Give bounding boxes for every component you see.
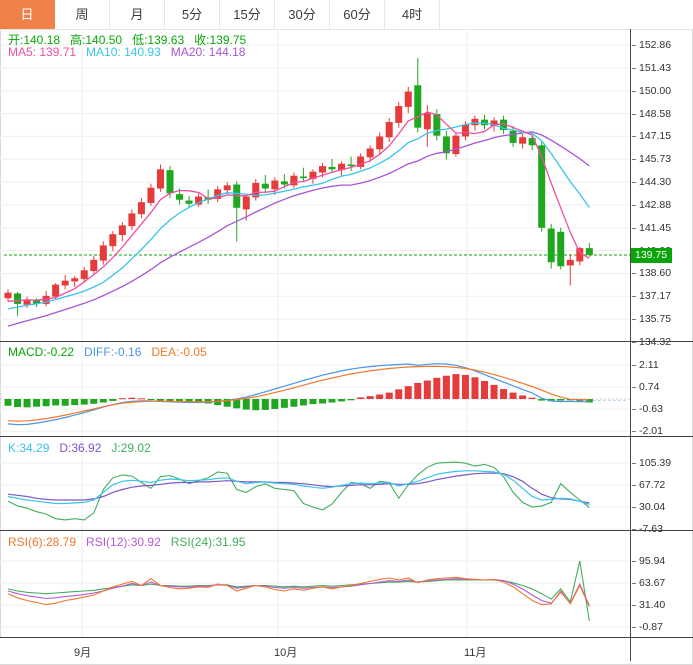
panel-divider: [0, 530, 693, 531]
ma10-value: MA10: 140.93: [86, 45, 161, 59]
axis-tick: -7.63: [631, 523, 663, 535]
time-axis: 9月 10月 11月: [0, 638, 630, 664]
rsi-info-row: RSI(6):28.79 RSI(12):30.92 RSI(24):31.95: [8, 535, 255, 549]
macd-value: MACD:-0.22: [8, 345, 75, 359]
price-axis: 152.86 151.43 150.00 148.58 147.15 145.73 144.…: [630, 29, 693, 661]
timeframe-tabbar: 日 周 月 5分 15分 30分 60分 4时: [0, 0, 693, 30]
ma5-value: MA5: 139.71: [8, 45, 77, 59]
axis-tick: 135.75: [631, 313, 671, 325]
tab-60min[interactable]: 60分: [330, 0, 385, 29]
axis-tick: 137.17: [631, 290, 671, 302]
macd-histogram: [4, 374, 593, 411]
axis-tick: 141.45: [631, 222, 671, 234]
axis-tick: 148.58: [631, 108, 671, 120]
month-label-sep: 9月: [74, 647, 92, 659]
month-label-nov: 11月: [464, 647, 487, 659]
j-value: J:29.02: [111, 441, 151, 455]
axis-tick: 144.30: [631, 176, 671, 188]
ma20-value: MA20: 144.18: [170, 45, 246, 59]
candlestick-chart: [0, 29, 630, 342]
axis-tick: -0.63: [631, 403, 663, 415]
panel-divider: [0, 637, 693, 638]
axis-tick: -0.87: [631, 621, 663, 633]
axis-tick: 67.72: [631, 479, 665, 491]
tab-day[interactable]: 日: [0, 0, 55, 29]
candles: [4, 57, 593, 316]
k-value: K:34.29: [8, 441, 50, 455]
rsi6-value: RSI(6):28.79: [8, 535, 77, 549]
tab-month[interactable]: 月: [110, 0, 165, 29]
d-value: D:36.92: [59, 441, 102, 455]
axis-tick: 152.86: [631, 39, 671, 51]
panel-divider: [0, 436, 693, 437]
tab-week[interactable]: 周: [55, 0, 110, 29]
axis-tick: 0.74: [631, 381, 659, 393]
axis-tick: 95.94: [631, 555, 665, 567]
rsi24-value: RSI(24):31.95: [170, 535, 246, 549]
tab-5min[interactable]: 5分: [165, 0, 220, 29]
current-price-badge: 139.75: [631, 247, 672, 263]
axis-tick: 31.40: [631, 599, 665, 611]
axis-tick: 147.15: [631, 130, 671, 142]
axis-tick: 2.11: [631, 359, 659, 371]
tab-15min[interactable]: 15分: [220, 0, 275, 29]
tab-30min[interactable]: 30分: [275, 0, 330, 29]
month-label-oct: 10月: [274, 647, 298, 659]
macd-info-row: MACD:-0.22 DIFF:-0.16 DEA:-0.05: [8, 345, 217, 359]
rsi12-value: RSI(12):30.92: [86, 535, 161, 549]
ma-info-row: MA5: 139.71 MA10: 140.93 MA20: 144.18: [8, 45, 255, 59]
axis-tick: 145.73: [631, 153, 671, 165]
kdj-info-row: K:34.29 D:36.92 J:29.02: [8, 441, 161, 455]
axis-tick: 150.00: [631, 85, 671, 97]
panel-divider: [0, 341, 693, 342]
axis-tick: 142.88: [631, 199, 671, 211]
axis-tick: 138.60: [631, 267, 671, 279]
chart-app: 日 周 月 5分 15分 30分 60分 4时 开:140.18 高:140.50…: [0, 0, 693, 665]
tab-4hour[interactable]: 4时: [385, 0, 440, 29]
axis-tick: 63.67: [631, 577, 665, 589]
axis-tick: 151.43: [631, 62, 671, 74]
dea-value: DEA:-0.05: [151, 345, 207, 359]
diff-value: DIFF:-0.16: [84, 345, 142, 359]
axis-tick: 30.04: [631, 501, 665, 513]
axis-tick: 105.39: [631, 457, 671, 469]
